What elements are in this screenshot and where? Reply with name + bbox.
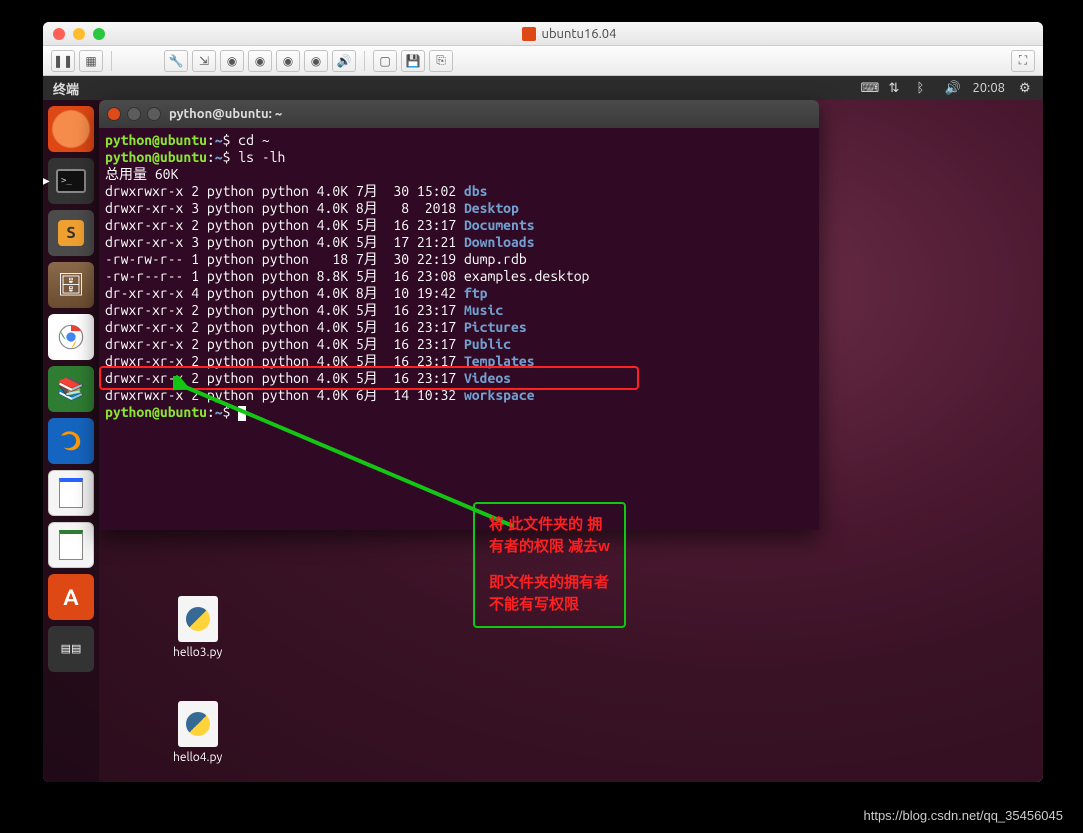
- window-title-text: ubuntu16.04: [542, 27, 617, 41]
- highlight-box: [99, 366, 639, 390]
- minimize-icon[interactable]: [127, 107, 141, 121]
- annotation-line: 将 此文件夹的 拥: [489, 514, 610, 536]
- annotation-line: 即文件夹的拥有者: [489, 572, 610, 594]
- maximize-icon[interactable]: ⛶: [1011, 50, 1035, 72]
- ubuntu-dash-icon[interactable]: [48, 106, 94, 152]
- writer-icon[interactable]: [48, 470, 94, 516]
- wrench-icon[interactable]: 🔧: [164, 50, 188, 72]
- display-icon[interactable]: ▢: [373, 50, 397, 72]
- keyboard-icon[interactable]: ⌨: [860, 81, 874, 95]
- sublime-icon[interactable]: S: [48, 210, 94, 256]
- resize-icon[interactable]: ⇲: [192, 50, 216, 72]
- terminal-title: python@ubuntu: ~: [169, 107, 282, 121]
- software-icon[interactable]: A: [48, 574, 94, 620]
- desktop-file[interactable]: hello3.py: [173, 596, 222, 659]
- floppy-icon[interactable]: 💾: [401, 50, 425, 72]
- ubuntu-icon: [522, 27, 536, 41]
- terminal-icon[interactable]: >_▶: [48, 158, 94, 204]
- disc3-icon[interactable]: ◉: [276, 50, 300, 72]
- speaker-icon[interactable]: 🔊: [332, 50, 356, 72]
- maximize-icon[interactable]: [147, 107, 161, 121]
- disc2-icon[interactable]: ◉: [248, 50, 272, 72]
- files-icon[interactable]: 🗄: [48, 262, 94, 308]
- vm-window: ubuntu16.04 ❚❚ ▦ 🔧 ⇲ ◉ ◉ ◉ ◉ 🔊 ▢ 💾 ⎘ ⛶ 终…: [43, 22, 1043, 782]
- calc-icon[interactable]: [48, 522, 94, 568]
- python-file-icon: [178, 596, 218, 642]
- active-app-name: 终端: [53, 79, 79, 98]
- annotation-line: 不能有写权限: [489, 594, 610, 616]
- desktop-file[interactable]: hello4.py: [173, 701, 222, 764]
- close-icon[interactable]: [53, 28, 65, 40]
- books-icon[interactable]: 📚: [48, 366, 94, 412]
- gear-icon[interactable]: ⚙: [1019, 81, 1033, 95]
- chrome-icon[interactable]: [48, 314, 94, 360]
- terminal-window[interactable]: python@ubuntu: ~ python@ubuntu:~$ cd ~ p…: [99, 100, 819, 530]
- amazon-icon[interactable]: ▤▤: [48, 626, 94, 672]
- clock[interactable]: 20:08: [972, 81, 1005, 95]
- zoom-icon[interactable]: [93, 28, 105, 40]
- unity-launcher: >_▶ S 🗄 📚 A ▤▤: [43, 100, 99, 782]
- close-icon[interactable]: [107, 107, 121, 121]
- firefox-icon[interactable]: [48, 418, 94, 464]
- usb-icon[interactable]: ⎘: [429, 50, 453, 72]
- status-area: ⌨ ⇅ ᛒ 🔊 20:08 ⚙: [860, 81, 1033, 95]
- file-name: hello3.py: [173, 646, 222, 659]
- window-title: ubuntu16.04: [105, 27, 1033, 41]
- network-icon[interactable]: ⇅: [888, 81, 902, 95]
- desktop-icons: hello3.py hello4.py: [173, 596, 222, 782]
- ubuntu-desktop: 终端 ⌨ ⇅ ᛒ 🔊 20:08 ⚙ >_▶S🗄📚A▤▤ hello3.pyhe…: [43, 76, 1043, 782]
- watermark: https://blog.csdn.net/qq_35456045: [864, 808, 1064, 823]
- pause-icon[interactable]: ❚❚: [51, 50, 75, 72]
- annotation-line: 有者的权限 减去w: [489, 536, 610, 558]
- separator: [111, 51, 112, 71]
- file-name: hello4.py: [173, 751, 222, 764]
- disc4-icon[interactable]: ◉: [304, 50, 328, 72]
- minimize-icon[interactable]: [73, 28, 85, 40]
- separator: [364, 51, 365, 71]
- bluetooth-icon[interactable]: ᛒ: [916, 81, 930, 95]
- mac-titlebar: ubuntu16.04: [43, 22, 1043, 46]
- unity-menubar: 终端 ⌨ ⇅ ᛒ 🔊 20:08 ⚙: [43, 76, 1043, 100]
- volume-icon[interactable]: 🔊: [944, 81, 958, 95]
- disc1-icon[interactable]: ◉: [220, 50, 244, 72]
- vm-toolbar: ❚❚ ▦ 🔧 ⇲ ◉ ◉ ◉ ◉ 🔊 ▢ 💾 ⎘ ⛶: [43, 46, 1043, 76]
- traffic-lights: [53, 28, 105, 40]
- annotation-box: 将 此文件夹的 拥 有者的权限 减去w 即文件夹的拥有者 不能有写权限: [473, 502, 626, 628]
- tile-icon[interactable]: ▦: [79, 50, 103, 72]
- terminal-titlebar[interactable]: python@ubuntu: ~: [99, 100, 819, 128]
- python-file-icon: [178, 701, 218, 747]
